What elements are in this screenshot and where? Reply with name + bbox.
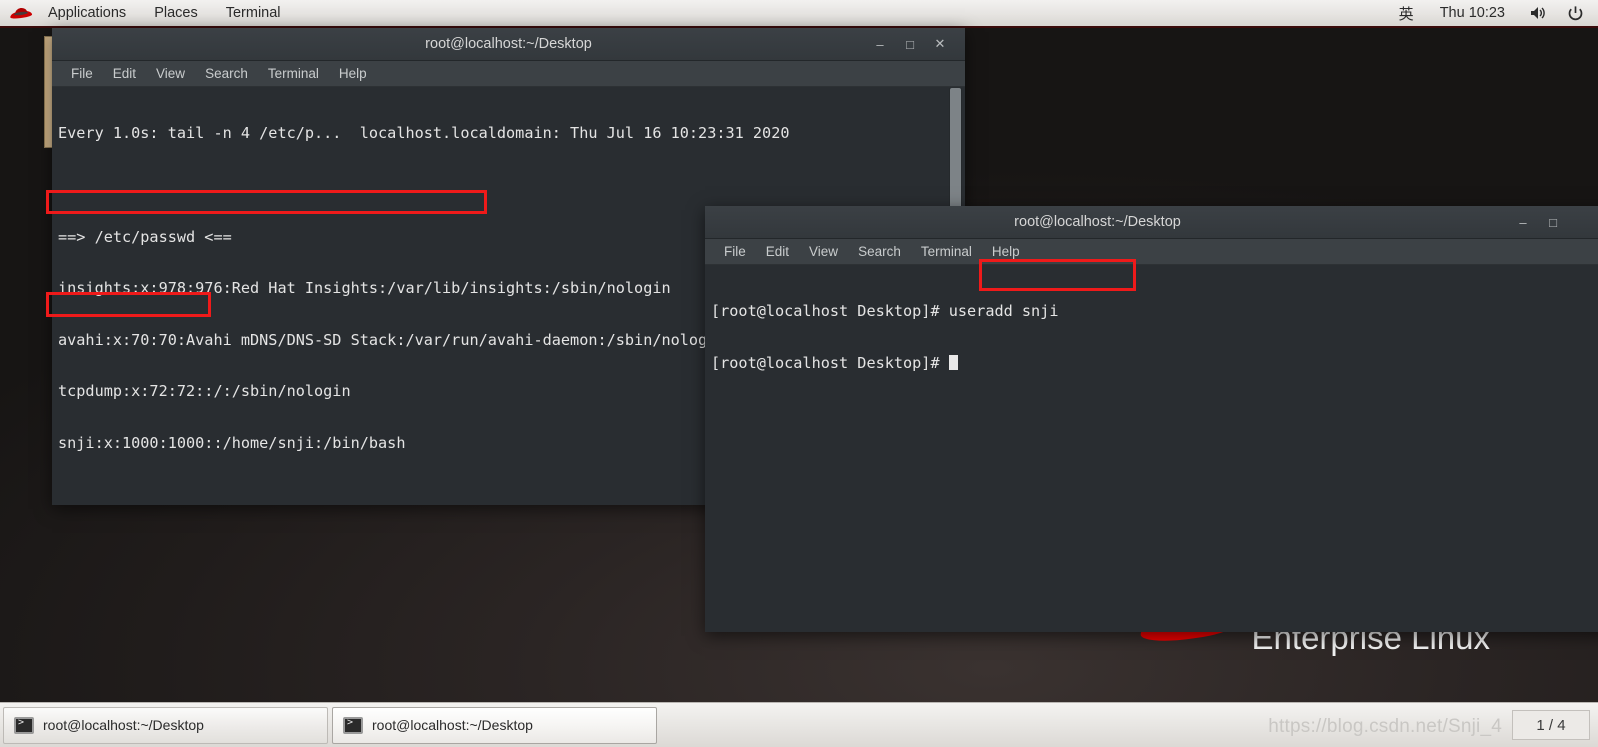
window2-menu-file[interactable]: File <box>715 239 755 265</box>
window1-menu-search[interactable]: Search <box>196 61 257 87</box>
terminal-line: [root@localhost Desktop]# <box>711 354 1598 372</box>
terminal-line: Every 1.0s: tail -n 4 /etc/p... localhos… <box>58 124 790 143</box>
watermark: https://blog.csdn.net/Snji_4 <box>1268 716 1502 737</box>
window2-menu-terminal[interactable]: Terminal <box>912 239 981 265</box>
taskbar-item-label: root@localhost:~/Desktop <box>372 717 533 733</box>
clock[interactable]: Thu 10:23 <box>1426 5 1519 21</box>
window1-menu-file[interactable]: File <box>62 61 102 87</box>
terminal-icon <box>14 716 34 734</box>
menu-places[interactable]: Places <box>140 0 212 26</box>
window1-close-button[interactable]: ✕ <box>925 31 955 57</box>
window2-terminal-output[interactable]: [root@localhost Desktop]# useradd snji [… <box>705 265 1598 632</box>
power-icon[interactable] <box>1557 5 1598 22</box>
window2-menubar: File Edit View Search Terminal Help <box>705 239 1598 265</box>
ime-indicator[interactable]: 英 <box>1387 3 1426 24</box>
workspace-switcher[interactable]: 1 / 4 <box>1512 710 1590 740</box>
window1-menu-view[interactable]: View <box>147 61 194 87</box>
terminal-window-2[interactable]: root@localhost:~/Desktop – □ File Edit V… <box>705 206 1598 632</box>
window2-titlebar[interactable]: root@localhost:~/Desktop – □ <box>705 206 1598 239</box>
window2-menu-search[interactable]: Search <box>849 239 910 265</box>
menu-terminal[interactable]: Terminal <box>212 0 295 26</box>
window1-menubar: File Edit View Search Terminal Help <box>52 61 965 87</box>
window2-prompt: [root@localhost Desktop]# <box>711 302 949 321</box>
window2-command: useradd snji <box>948 302 1059 321</box>
window2-prompt-2: [root@localhost Desktop]# <box>711 354 949 372</box>
window2-maximize-button[interactable]: □ <box>1538 209 1568 235</box>
terminal-cursor <box>948 355 958 370</box>
window2-menu-view[interactable]: View <box>800 239 847 265</box>
menu-applications[interactable]: Applications <box>34 0 140 26</box>
window1-titlebar[interactable]: root@localhost:~/Desktop – □ ✕ <box>52 28 965 61</box>
window1-title: root@localhost:~/Desktop <box>425 36 592 52</box>
speaker-icon[interactable] <box>1519 5 1557 21</box>
taskbar: root@localhost:~/Desktop root@localhost:… <box>0 702 1598 747</box>
terminal-icon <box>343 716 363 734</box>
window2-menu-edit[interactable]: Edit <box>757 239 798 265</box>
window1-menu-edit[interactable]: Edit <box>104 61 145 87</box>
taskbar-item-label: root@localhost:~/Desktop <box>43 717 204 733</box>
window2-menu-help[interactable]: Help <box>983 239 1029 265</box>
taskbar-item-terminal-1[interactable]: root@localhost:~/Desktop <box>3 706 328 744</box>
window1-maximize-button[interactable]: □ <box>895 31 925 57</box>
redhat-logo-icon[interactable] <box>9 6 33 20</box>
window1-menu-terminal[interactable]: Terminal <box>259 61 328 87</box>
terminal-line: [root@localhost Desktop]# useradd snji <box>711 303 1598 320</box>
window2-minimize-button[interactable]: – <box>1508 209 1538 235</box>
window1-menu-help[interactable]: Help <box>330 61 376 87</box>
window2-title: root@localhost:~/Desktop <box>1014 214 1181 230</box>
taskbar-item-terminal-2[interactable]: root@localhost:~/Desktop <box>332 706 657 744</box>
top-panel: Applications Places Terminal 英 Thu 10:23 <box>0 0 1598 28</box>
window1-minimize-button[interactable]: – <box>865 31 895 57</box>
